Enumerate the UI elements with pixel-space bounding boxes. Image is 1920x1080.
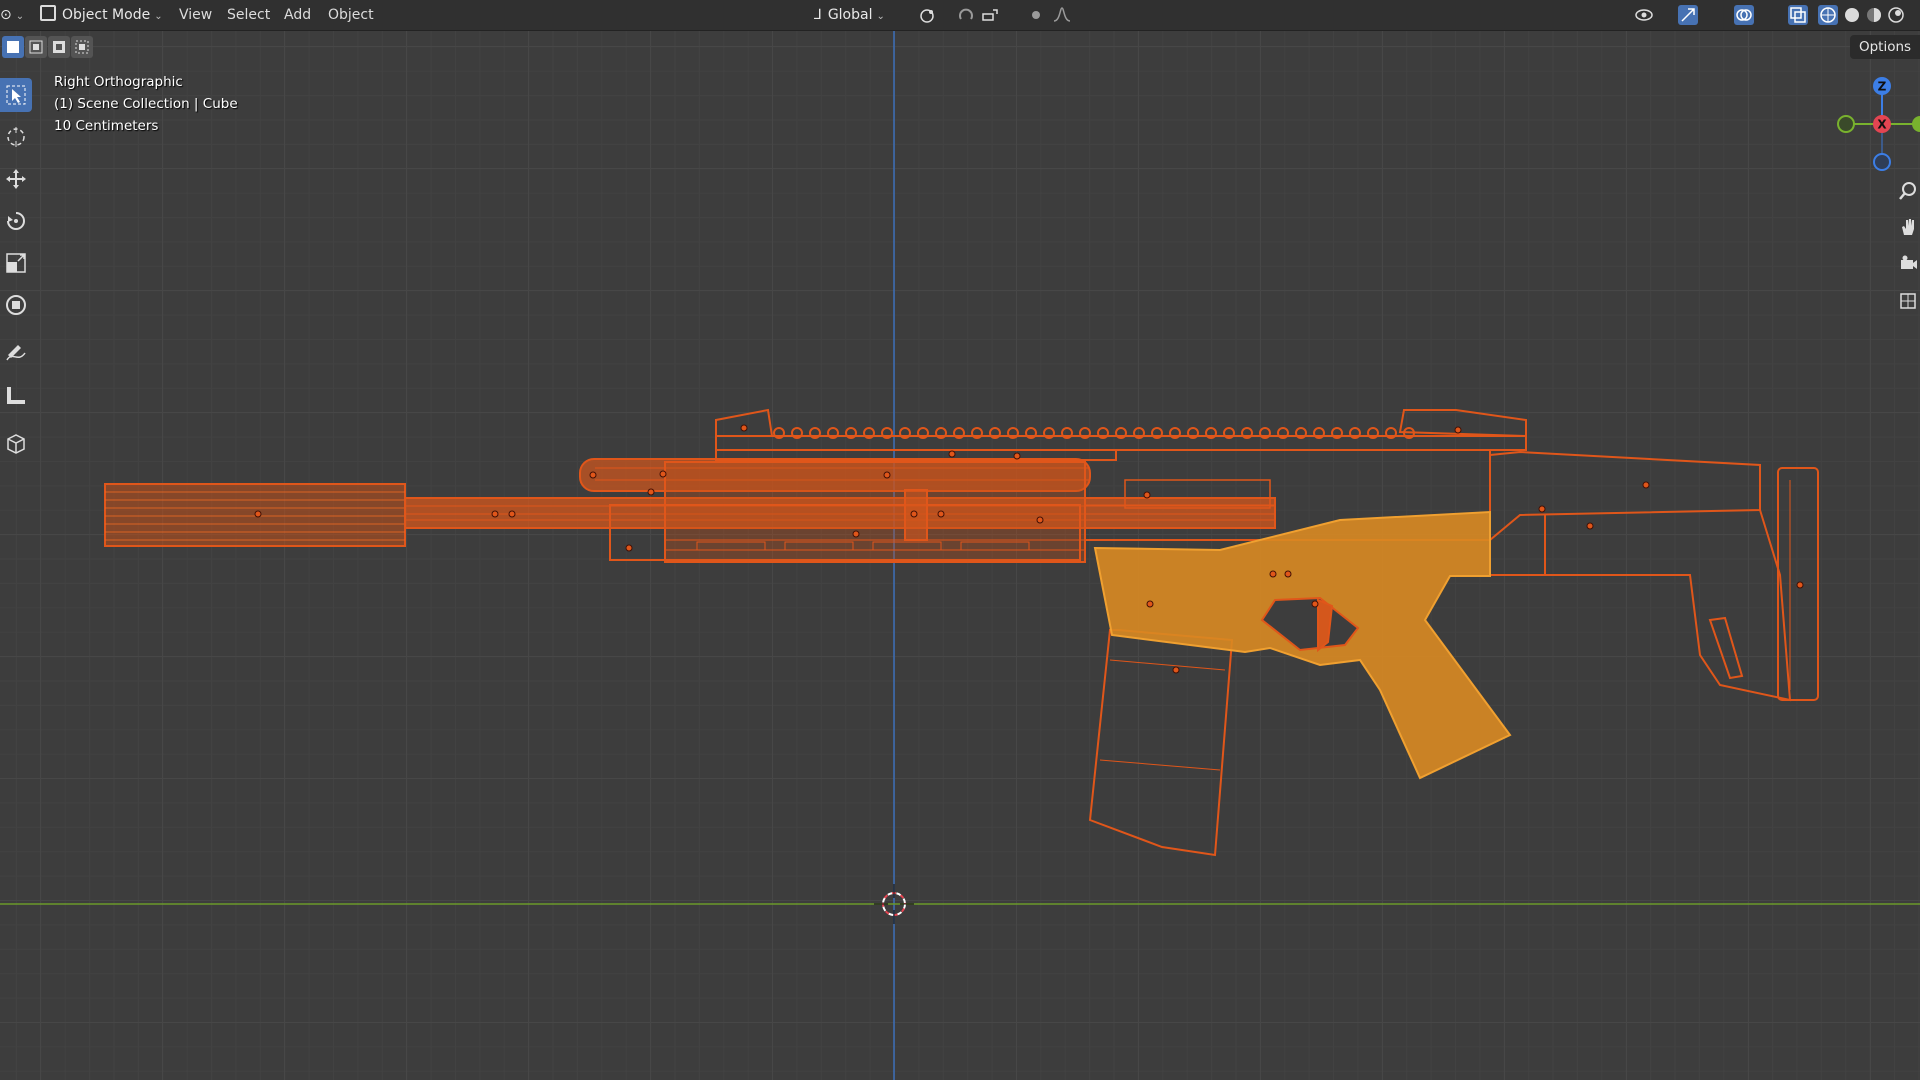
overlays-icon[interactable] <box>1734 5 1754 25</box>
stock-mesh <box>1489 450 1819 702</box>
y-axis-handle <box>1912 116 1920 132</box>
select-subtract-icon[interactable] <box>48 36 70 58</box>
rendered-shading-icon[interactable] <box>1886 5 1906 25</box>
snap-target-icon[interactable] <box>980 5 1000 25</box>
neg-z-axis-handle <box>1873 153 1891 171</box>
editor-type-icon: ⊙ <box>0 7 12 23</box>
mode-dropdown[interactable]: Object Mode ⌄ <box>34 4 172 26</box>
mode-label: Object Mode <box>62 7 151 23</box>
menu-view[interactable]: View <box>179 0 212 30</box>
pivot-point-icon[interactable] <box>918 5 938 25</box>
transform-orientation-dropdown[interactable]: ⅃ Global ⌄ <box>808 4 912 26</box>
camera-icon[interactable] <box>1896 248 1920 278</box>
cube-icon <box>40 5 56 21</box>
grid-view-icon[interactable] <box>1896 286 1920 316</box>
transform-orientation-label: Global <box>827 7 873 23</box>
snap-icon[interactable] <box>956 5 976 25</box>
wireframe-shading-icon[interactable] <box>1818 5 1838 25</box>
measure-icon[interactable] <box>0 378 32 412</box>
select-new-icon[interactable] <box>2 36 24 58</box>
editor-type-button[interactable]: ⊙ ⌄ <box>0 4 24 26</box>
selection-mode-group <box>2 36 94 58</box>
scale-icon[interactable] <box>0 246 32 280</box>
select-extend-icon[interactable] <box>25 36 47 58</box>
visibility-icon[interactable] <box>1634 5 1654 25</box>
add-cube-icon[interactable] <box>0 426 32 460</box>
navigation-gizmo[interactable]: Z X <box>1836 74 1920 178</box>
rifle-model[interactable] <box>0 0 1920 1080</box>
cursor-icon[interactable] <box>0 120 32 154</box>
viewport-header: ⊙ ⌄ Object Mode ⌄ View Select Add Object ⅃… <box>0 0 1920 31</box>
xray-icon[interactable] <box>1788 5 1808 25</box>
top-rail-mesh <box>715 408 1527 461</box>
menu-select[interactable]: Select <box>227 0 270 30</box>
x-axis-label: X <box>1877 118 1887 132</box>
transform-icon[interactable] <box>0 288 32 322</box>
material-shading-icon[interactable] <box>1864 5 1884 25</box>
menu-object[interactable]: Object <box>328 0 374 30</box>
proportional-editing-icon[interactable] <box>1026 5 1046 25</box>
pan-hand-icon[interactable] <box>1896 212 1920 242</box>
select-box-icon[interactable] <box>0 78 32 112</box>
falloff-icon[interactable] <box>1052 5 1072 25</box>
z-axis-label: Z <box>1878 80 1887 94</box>
magazine-mesh <box>1088 629 1234 857</box>
view-name-label: Right Orthographic <box>54 74 183 90</box>
orientation-icon: ⅃ <box>814 7 822 23</box>
gizmo-toggle-icon[interactable] <box>1678 5 1698 25</box>
collection-info-label: (1) Scene Collection | Cube <box>54 96 238 112</box>
zoom-icon[interactable] <box>1896 176 1920 206</box>
select-intersect-icon[interactable] <box>71 36 93 58</box>
neg-y-axis-handle <box>1837 115 1855 133</box>
annotate-icon[interactable] <box>0 336 32 370</box>
move-icon[interactable] <box>0 162 32 196</box>
menu-add[interactable]: Add <box>284 0 311 30</box>
3d-cursor[interactable] <box>874 884 914 924</box>
solid-shading-icon[interactable] <box>1842 5 1862 25</box>
scale-info-label: 10 Centimeters <box>54 118 159 134</box>
rotate-icon[interactable] <box>0 204 32 238</box>
handguard-mesh <box>609 461 1086 563</box>
options-button[interactable]: Options <box>1850 35 1920 59</box>
